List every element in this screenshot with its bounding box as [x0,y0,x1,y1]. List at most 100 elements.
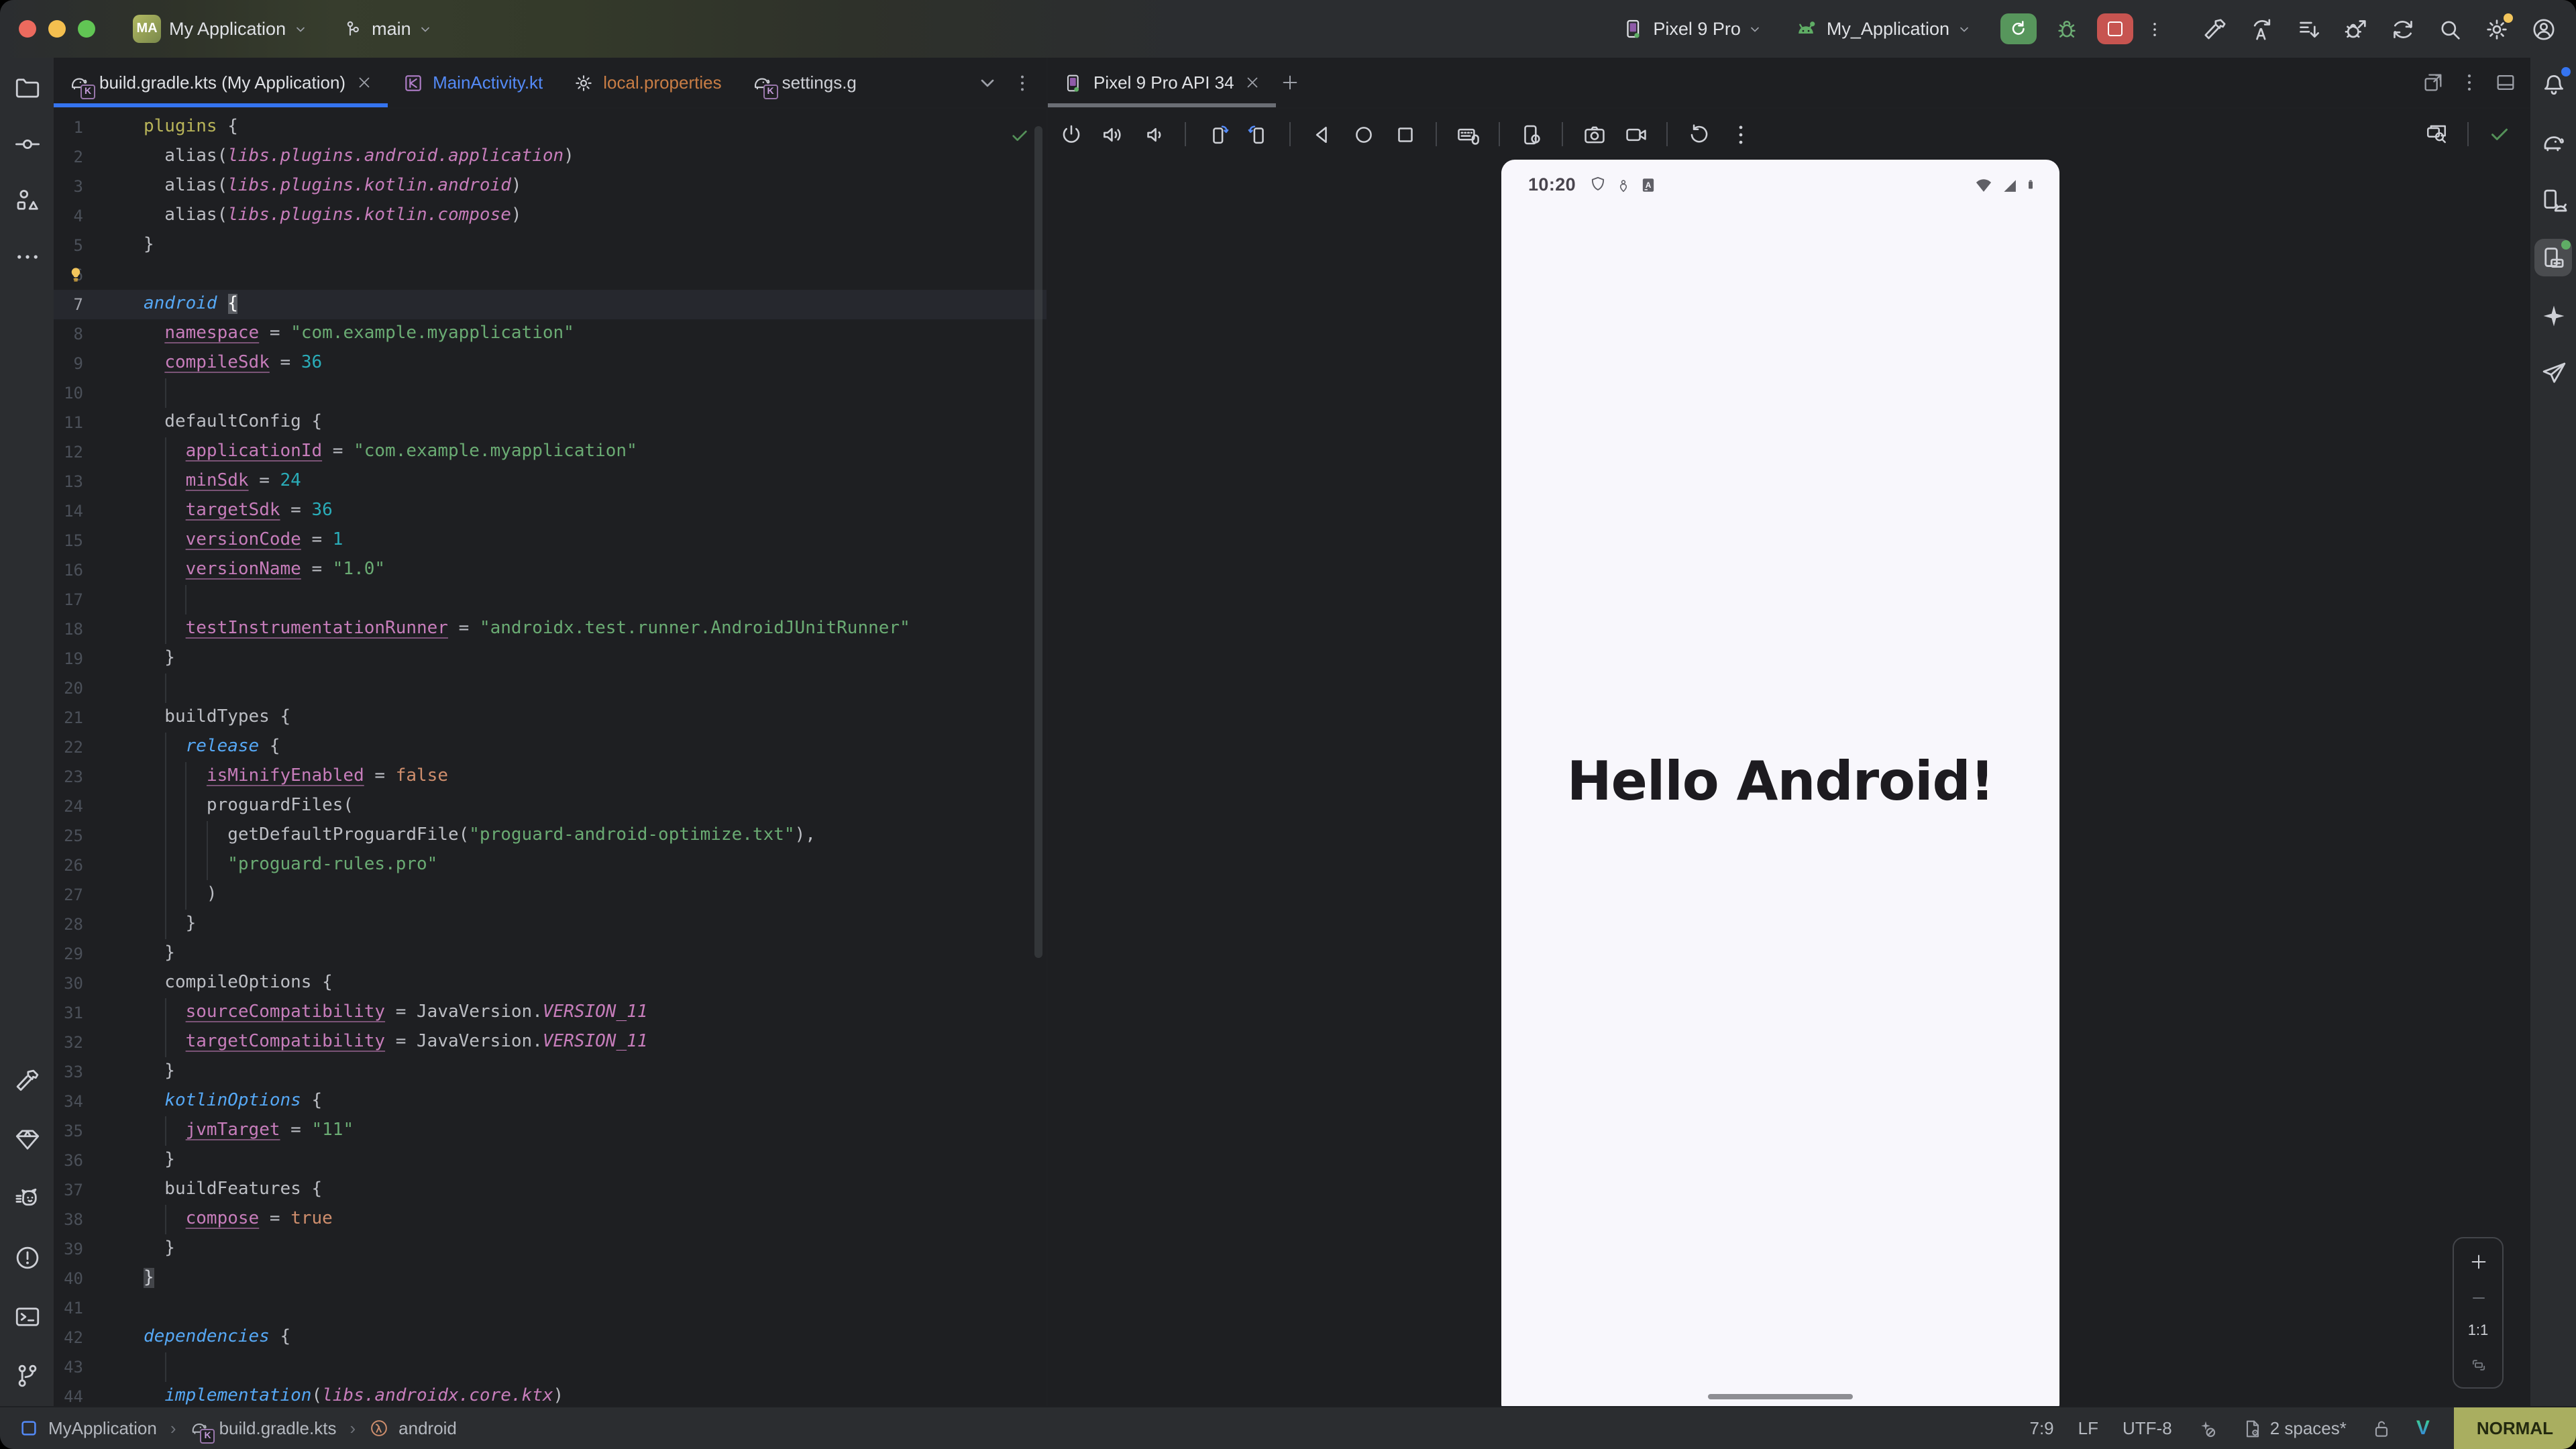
code-line-9[interactable]: 9 compileSdk = 36 [54,349,1046,378]
debug-button[interactable] [2049,13,2085,44]
new-device-tab-button[interactable] [1276,68,1305,97]
unlocked-icon[interactable] [2371,1417,2392,1439]
tool-window-running-devices[interactable] [2534,239,2572,276]
editor-tab-build.gradle.kts[interactable]: Kbuild.gradle.kts (My Application) [54,58,387,107]
indent-widget[interactable]: 2 spaces* [2242,1417,2347,1439]
tool-window-project[interactable] [8,68,46,106]
hardware-input-button[interactable] [1450,117,1485,152]
zoom-ratio-button[interactable]: 1:1 [2468,1318,2489,1344]
stop-button[interactable] [2097,13,2133,44]
settings-button[interactable] [2483,15,2510,42]
tool-window-logcat[interactable] [8,1179,46,1217]
code-line-13[interactable]: 13 minSdk = 24 [54,467,1046,496]
tool-window-build[interactable] [8,1061,46,1099]
code-line-19[interactable]: 19 } [54,644,1046,674]
tool-window-notifications[interactable] [2534,66,2572,103]
tool-window-app-quality-insights[interactable] [8,1120,46,1158]
code-line-41[interactable]: 41 [54,1293,1046,1323]
tool-window-version-control[interactable] [8,1356,46,1394]
code-line-14[interactable]: 14 targetSdk = 36 [54,496,1046,526]
attach-debugger-button[interactable] [2343,15,2369,42]
screenshot-button[interactable] [1576,117,1611,152]
gradle-sync-button[interactable] [2390,15,2416,42]
emulator-screen[interactable]: 10:20 A Hello Android! [1501,160,2059,1407]
open-in-window-icon[interactable] [2422,71,2445,94]
volume-up-button[interactable] [1095,117,1130,152]
zoom-window-button[interactable] [78,20,95,38]
code-line-18[interactable]: 18 testInstrumentationRunner = "androidx… [54,614,1046,644]
code-line-1[interactable]: 1plugins { [54,113,1046,142]
code-line-17[interactable]: 17 [54,585,1046,614]
code-line-3[interactable]: 3 alias(libs.plugins.kotlin.android) [54,172,1046,201]
code-line-30[interactable]: 30 compileOptions { [54,969,1046,998]
breadcrumb-item-build.gradle.kts[interactable]: Kbuild.gradle.kts [190,1418,337,1438]
editor-tab-mainactivity.kt[interactable]: MainActivity.kt [387,58,557,107]
apply-changes-restart-activity-button[interactable] [2249,15,2275,42]
code-line-6[interactable]: 6 [54,260,1046,290]
code-line-32[interactable]: 32 targetCompatibility = JavaVersion.VER… [54,1028,1046,1057]
code-line-43[interactable]: 43 [54,1352,1046,1382]
volume-down-button[interactable] [1136,117,1171,152]
code-line-31[interactable]: 31 sourceCompatibility = JavaVersion.VER… [54,998,1046,1028]
gesture-nav-handle[interactable] [1708,1394,1853,1399]
close-tab-icon[interactable] [355,74,372,91]
rerun-button[interactable] [2000,13,2037,44]
profile-button[interactable] [2530,15,2557,42]
editor-tab-options-icon[interactable] [1012,72,1033,93]
run-configuration-selector[interactable]: My_Application [1794,17,1971,41]
tool-window-gemini[interactable] [2534,297,2572,334]
code-line-38[interactable]: 38 compose = true [54,1205,1046,1234]
code-line-23[interactable]: 23 isMinifyEnabled = false [54,762,1046,792]
more-run-options-icon[interactable] [2145,15,2164,42]
code-line-28[interactable]: 28 } [54,910,1046,939]
code-line-5[interactable]: 5} [54,231,1046,260]
device-settings-button[interactable] [1513,117,1548,152]
ideavim-icon[interactable]: V [2416,1417,2430,1440]
code-line-2[interactable]: 2 alias(libs.plugins.android.application… [54,142,1046,172]
intention-bulb-icon[interactable] [66,264,86,286]
code-editor[interactable]: 1plugins {2 alias(libs.plugins.android.a… [54,109,1048,1407]
code-line-34[interactable]: 34 kotlinOptions { [54,1087,1046,1116]
inspections-ok-icon[interactable] [1009,125,1030,146]
tool-window-problems[interactable] [8,1238,46,1276]
reset-button[interactable] [1681,117,1716,152]
close-window-button[interactable] [19,20,36,38]
editor-scrollbar[interactable] [1034,126,1042,958]
code-line-36[interactable]: 36 } [54,1146,1046,1175]
build-button[interactable] [2202,15,2229,42]
power-button[interactable] [1053,117,1088,152]
code-line-40[interactable]: 40} [54,1264,1046,1293]
code-line-15[interactable]: 15 versionCode = 1 [54,526,1046,555]
editor-tab-settings.g[interactable]: Ksettings.g [737,58,871,107]
screen-record-button[interactable] [1618,117,1653,152]
code-line-29[interactable]: 29 } [54,939,1046,969]
search-everywhere-button[interactable] [2436,15,2463,42]
back-button[interactable] [1304,117,1339,152]
tool-window-structure[interactable] [8,181,46,219]
code-line-20[interactable]: 20 [54,674,1046,703]
code-line-10[interactable]: 10 [54,378,1046,408]
tool-window-gradle[interactable] [2534,123,2572,161]
vcs-branch-widget[interactable]: main [342,18,433,40]
code-line-37[interactable]: 37 buildFeatures { [54,1175,1046,1205]
breadcrumb-item-myapplication[interactable]: MyApplication [19,1418,157,1438]
close-tab-icon[interactable] [1244,74,1261,91]
tool-window-app-distribution[interactable] [2534,354,2572,392]
breadcrumb-item-android[interactable]: android [369,1418,457,1438]
code-line-33[interactable]: 33 } [54,1057,1046,1087]
code-line-25[interactable]: 25 getDefaultProguardFile("proguard-andr… [54,821,1046,851]
apply-code-changes-button[interactable] [2296,15,2322,42]
code-line-39[interactable]: 39 } [54,1234,1046,1264]
tool-window-commit[interactable] [8,125,46,162]
code-line-4[interactable]: 4 alias(libs.plugins.kotlin.compose) [54,201,1046,231]
file-encoding[interactable]: UTF-8 [2123,1418,2172,1438]
code-line-26[interactable]: 26 "proguard-rules.pro" [54,851,1046,880]
code-line-35[interactable]: 35 jvmTarget = "11" [54,1116,1046,1146]
hide-panel-icon[interactable] [2494,71,2517,94]
zoom-out-button[interactable] [2462,1281,2494,1313]
code-line-22[interactable]: 22 release { [54,733,1046,762]
rotate-left-button[interactable] [1199,117,1234,152]
line-separator[interactable]: LF [2078,1418,2098,1438]
zoom-in-button[interactable] [2462,1245,2494,1277]
code-line-42[interactable]: 42dependencies { [54,1323,1046,1352]
